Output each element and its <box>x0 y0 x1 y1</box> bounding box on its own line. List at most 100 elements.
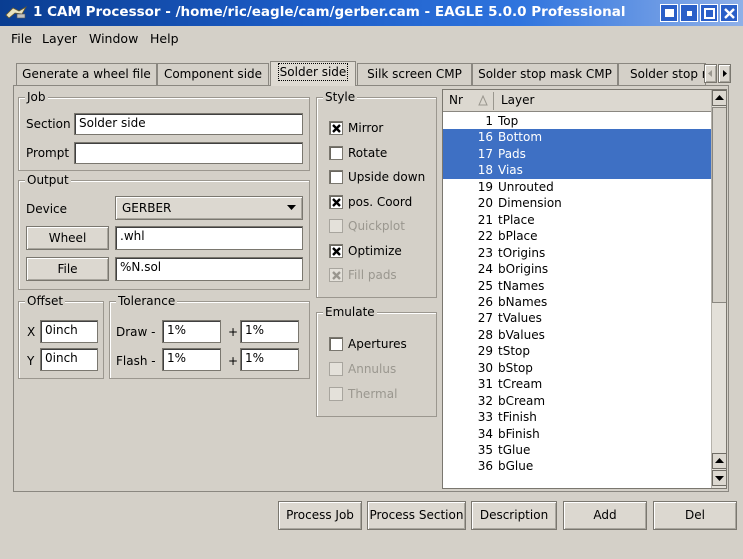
prompt-field[interactable] <box>74 142 303 164</box>
layer-row[interactable]: 29 tStop <box>443 343 711 359</box>
scroll-thumb[interactable] <box>712 107 726 303</box>
flash-minus-field[interactable]: 1% <box>162 348 221 371</box>
menu-help[interactable]: Help <box>150 31 179 46</box>
draw-plus-field[interactable]: 1% <box>240 320 299 343</box>
checkmark-icon <box>332 271 341 280</box>
layer-row[interactable]: 28 bValues <box>443 327 711 343</box>
file-button[interactable]: File <box>26 257 109 281</box>
minimize-button[interactable] <box>660 4 678 22</box>
checkmark-icon <box>332 246 341 256</box>
layer-name: tStop <box>498 344 530 359</box>
layer-row[interactable]: 22 bPlace <box>443 228 711 244</box>
restore-button[interactable] <box>680 4 698 22</box>
layer-number: 20 <box>477 196 493 211</box>
layer-row[interactable]: 34 bFinish <box>443 426 711 442</box>
flash-plus-field[interactable]: 1% <box>240 348 299 371</box>
layer-list-scrollbar[interactable] <box>711 90 726 488</box>
style-option-checkbox[interactable] <box>329 243 343 258</box>
device-select[interactable]: GERBER <box>115 196 303 220</box>
chevron-down-icon <box>287 205 296 210</box>
style-option-label: Fill pads <box>348 268 397 282</box>
offset-x-field[interactable]: 0inch <box>40 320 98 343</box>
layer-row[interactable]: 18 Vias <box>443 162 711 179</box>
tab-generate-wheel-file[interactable]: Generate a wheel file <box>16 63 157 85</box>
menu-window[interactable]: Window <box>89 31 138 46</box>
column-nr-header[interactable]: Nr <box>449 93 463 107</box>
offset-x-label: X <box>27 325 36 339</box>
layer-name: tNames <box>498 278 545 293</box>
layer-number: 23 <box>477 245 493 260</box>
style-option-checkbox[interactable] <box>329 145 343 160</box>
device-value: GERBER <box>122 201 172 215</box>
tab-solder-stop-mask-cmp[interactable]: Solder stop mask CMP <box>472 63 618 85</box>
column-layer-header[interactable]: Layer <box>501 93 534 107</box>
output-group-title: Output <box>25 173 71 187</box>
layer-row[interactable]: 36 bGlue <box>443 458 711 474</box>
style-option-checkbox[interactable] <box>329 170 343 184</box>
emulate-option-checkbox <box>329 362 343 376</box>
style-option-checkbox[interactable] <box>329 194 343 209</box>
tab-scroll-right-button[interactable] <box>718 64 731 83</box>
layer-row[interactable]: 35 tGlue <box>443 442 711 458</box>
layer-row[interactable]: 17 Pads <box>443 145 711 163</box>
emulate-option-label: Thermal <box>348 387 398 401</box>
offset-y-field[interactable]: 0inch <box>40 348 98 371</box>
layer-row[interactable]: 26 bNames <box>443 294 711 310</box>
maximize-button[interactable] <box>700 4 718 22</box>
description-button[interactable]: Description <box>471 501 557 530</box>
layer-row[interactable]: 31 tCream <box>443 376 711 392</box>
add-button[interactable]: Add <box>563 501 647 530</box>
draw-minus-field[interactable]: 1% <box>162 320 221 343</box>
tab-scroll-left-button[interactable] <box>704 64 717 83</box>
tab-solder-side[interactable]: Solder side <box>270 61 356 86</box>
layer-name: Bottom <box>498 130 543 145</box>
minimize-icon <box>665 9 674 17</box>
layer-row[interactable]: 21 tPlace <box>443 212 711 228</box>
del-button[interactable]: Del <box>653 501 737 530</box>
layer-number: 33 <box>477 410 493 425</box>
layer-row[interactable]: 20 Dimension <box>443 195 711 211</box>
title-bar[interactable]: 1 CAM Processor - /home/ric/eagle/cam/ge… <box>0 0 743 26</box>
menu-bar: File Layer Window Help <box>0 26 743 50</box>
style-option-label: Upside down <box>348 170 426 184</box>
tab-solder-stop-m[interactable]: Solder stop m <box>618 63 706 85</box>
prompt-label: Prompt <box>26 146 70 160</box>
emulate-group-title: Emulate <box>323 305 377 319</box>
layer-name: Vias <box>498 163 523 178</box>
maximize-icon <box>704 8 715 19</box>
process-section-button[interactable]: Process Section <box>367 501 466 530</box>
close-button[interactable] <box>720 4 738 22</box>
layer-row[interactable]: 33 tFinish <box>443 409 711 425</box>
layer-row[interactable]: 27 tValues <box>443 310 711 326</box>
tab-silk-screen-cmp[interactable]: Silk screen CMP <box>357 63 472 85</box>
layer-row[interactable]: 32 bCream <box>443 393 711 409</box>
scroll-up-button[interactable] <box>712 90 726 106</box>
menu-layer[interactable]: Layer <box>42 31 77 46</box>
tab-component-side[interactable]: Component side <box>157 63 269 85</box>
flash-plus-label: + <box>228 354 239 368</box>
layer-row[interactable]: 23 tOrigins <box>443 245 711 261</box>
layer-row[interactable]: 24 bOrigins <box>443 261 711 277</box>
layer-row[interactable]: 25 tNames <box>443 278 711 294</box>
scroll-up-button-lower[interactable] <box>712 453 726 469</box>
layer-row[interactable]: 30 bStop <box>443 360 711 376</box>
flash-label: Flash - <box>116 354 156 368</box>
wheel-button[interactable]: Wheel <box>26 226 109 250</box>
menu-file[interactable]: File <box>11 31 32 46</box>
layer-name: Pads <box>498 146 526 161</box>
output-file-field[interactable]: %N.sol <box>115 257 303 281</box>
style-option-checkbox[interactable] <box>329 121 343 135</box>
emulate-option-checkbox[interactable] <box>329 337 343 351</box>
layer-name: bGlue <box>498 459 534 474</box>
layer-list[interactable]: Nr Layer 1 Top 16 Bottom 17 Pads 18 Vias 19 Unrou… <box>442 89 727 489</box>
layer-row[interactable]: 1 Top <box>443 113 711 129</box>
process-job-button[interactable]: Process Job <box>278 501 362 530</box>
layer-number: 36 <box>477 459 493 474</box>
layer-number: 18 <box>477 163 493 178</box>
scroll-down-button[interactable] <box>712 470 726 486</box>
wheel-file-field[interactable]: .whl <box>115 226 303 250</box>
section-field[interactable]: Solder side <box>74 113 303 135</box>
layer-row[interactable]: 16 Bottom <box>443 129 711 146</box>
layer-row[interactable]: 19 Unrouted <box>443 179 711 195</box>
layer-number: 25 <box>477 278 493 293</box>
